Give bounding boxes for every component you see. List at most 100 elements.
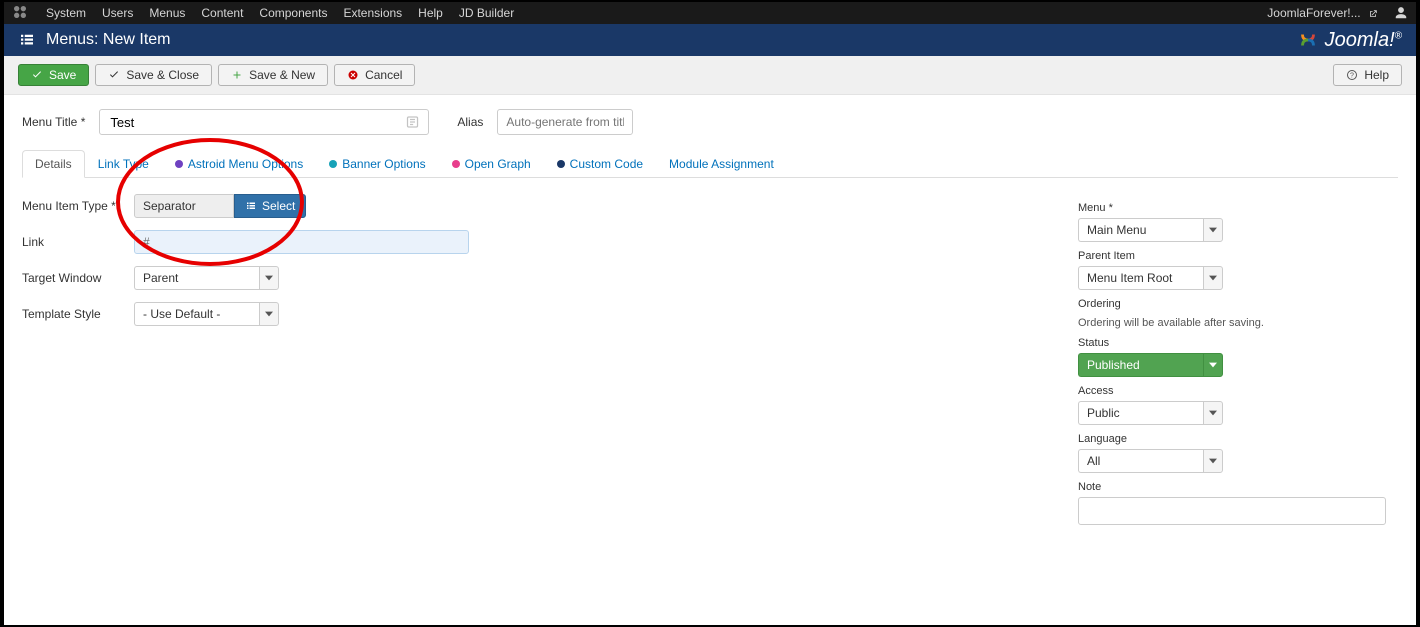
- dot-icon: [452, 160, 460, 168]
- select-type-button[interactable]: Select: [234, 194, 306, 218]
- action-toolbar: Save Save & Close Save & New Cancel ? He…: [4, 56, 1416, 95]
- joomla-brand: Joomla!®: [1297, 29, 1402, 52]
- save-close-button[interactable]: Save & Close: [95, 64, 212, 86]
- language-label: Language: [1078, 433, 1398, 445]
- topnav-system[interactable]: System: [38, 6, 94, 20]
- list-icon: [245, 200, 257, 212]
- menu-title-input[interactable]: [108, 114, 405, 131]
- dot-icon: [329, 160, 337, 168]
- parent-item-label: Parent Item: [1078, 250, 1398, 262]
- language-dropdown[interactable]: All: [1078, 449, 1398, 473]
- form-left: Menu Item Type * Separator Select Link T…: [22, 194, 1078, 525]
- tab-link-type[interactable]: Link Type: [85, 150, 162, 178]
- joomla-icon: [12, 4, 38, 23]
- question-icon: ?: [1346, 69, 1358, 81]
- tab-banner-options[interactable]: Banner Options: [316, 150, 438, 178]
- target-window-dropdown[interactable]: Parent: [134, 266, 279, 290]
- cancel-button[interactable]: Cancel: [334, 64, 415, 86]
- plus-icon: [231, 69, 243, 81]
- chevron-down-icon: [1203, 353, 1223, 377]
- menu-item-type-label: Menu Item Type *: [22, 199, 134, 213]
- topnav-menus[interactable]: Menus: [141, 6, 193, 20]
- page-title: Menus: New Item: [46, 31, 170, 49]
- tab-link-type-label: Link Type: [98, 157, 149, 171]
- svg-text:?: ?: [1350, 73, 1354, 80]
- language-value: All: [1078, 449, 1203, 473]
- cancel-label: Cancel: [365, 69, 402, 81]
- chevron-down-icon: [259, 302, 279, 326]
- alias-lookup-icon[interactable]: [405, 114, 420, 130]
- dot-icon: [557, 160, 565, 168]
- ordering-label: Ordering: [1078, 298, 1398, 310]
- access-label: Access: [1078, 385, 1398, 397]
- save-close-label: Save & Close: [126, 69, 199, 81]
- admin-topbar: System Users Menus Content Components Ex…: [4, 2, 1416, 24]
- tab-module-assignment-label: Module Assignment: [669, 157, 774, 171]
- joomla-logo-icon: [1297, 29, 1319, 51]
- target-window-label: Target Window: [22, 271, 134, 285]
- content-area: Menu Title * Alias Details Link Type Ast…: [4, 95, 1416, 539]
- chevron-down-icon: [1203, 266, 1223, 290]
- user-menu[interactable]: [1394, 6, 1408, 20]
- menu-value: Main Menu: [1078, 218, 1203, 242]
- template-style-label: Template Style: [22, 307, 134, 321]
- parent-item-dropdown[interactable]: Menu Item Root: [1078, 266, 1398, 290]
- topnav-users[interactable]: Users: [94, 6, 141, 20]
- save-label: Save: [49, 69, 76, 81]
- target-window-value: Parent: [134, 266, 259, 290]
- tab-open-graph[interactable]: Open Graph: [439, 150, 544, 178]
- tab-custom-code-label: Custom Code: [570, 157, 643, 171]
- tab-astroid-label: Astroid Menu Options: [188, 157, 303, 171]
- save-new-label: Save & New: [249, 69, 315, 81]
- tab-custom-code[interactable]: Custom Code: [544, 150, 656, 178]
- tab-banner-label: Banner Options: [342, 157, 425, 171]
- topnav-jdbuilder[interactable]: JD Builder: [451, 6, 522, 20]
- site-name-label: JoomlaForever!...: [1267, 6, 1360, 20]
- access-value: Public: [1078, 401, 1203, 425]
- topnav-help[interactable]: Help: [410, 6, 451, 20]
- tab-module-assignment[interactable]: Module Assignment: [656, 150, 787, 178]
- note-input[interactable]: [1078, 497, 1386, 525]
- access-dropdown[interactable]: Public: [1078, 401, 1398, 425]
- note-label: Note: [1078, 481, 1398, 493]
- external-link-icon: [1368, 9, 1378, 19]
- template-style-dropdown[interactable]: - Use Default -: [134, 302, 279, 326]
- menu-label: Menu *: [1078, 202, 1398, 214]
- alias-input[interactable]: [497, 109, 633, 135]
- topnav-components[interactable]: Components: [251, 6, 335, 20]
- menu-title-label: Menu Title *: [22, 115, 85, 129]
- tab-astroid-menu-options[interactable]: Astroid Menu Options: [162, 150, 316, 178]
- status-dropdown[interactable]: Published: [1078, 353, 1398, 377]
- page-header: Menus: New Item Joomla!®: [4, 24, 1416, 56]
- user-icon: [1394, 6, 1408, 20]
- tab-open-graph-label: Open Graph: [465, 157, 531, 171]
- chevron-down-icon: [1203, 218, 1223, 242]
- chevron-down-icon: [1203, 449, 1223, 473]
- dot-icon: [175, 160, 183, 168]
- menu-item-type-value: Separator: [134, 194, 234, 218]
- parent-item-value: Menu Item Root: [1078, 266, 1203, 290]
- menu-dropdown[interactable]: Main Menu: [1078, 218, 1398, 242]
- topnav-extensions[interactable]: Extensions: [335, 6, 410, 20]
- help-label: Help: [1364, 69, 1389, 81]
- alias-label: Alias: [457, 115, 483, 129]
- topnav-site-link[interactable]: JoomlaForever!...: [1259, 6, 1386, 20]
- check-icon: [31, 69, 43, 81]
- save-button[interactable]: Save: [18, 64, 89, 86]
- save-new-button[interactable]: Save & New: [218, 64, 328, 86]
- topnav-content[interactable]: Content: [193, 6, 251, 20]
- link-input: [134, 230, 469, 254]
- title-row: Menu Title * Alias: [22, 109, 1398, 135]
- status-value: Published: [1078, 353, 1203, 377]
- help-button[interactable]: ? Help: [1333, 64, 1402, 86]
- template-style-value: - Use Default -: [134, 302, 259, 326]
- tabs: Details Link Type Astroid Menu Options B…: [22, 149, 1398, 178]
- list-icon: [18, 31, 36, 49]
- ordering-text: Ordering will be available after saving.: [1078, 317, 1264, 329]
- chevron-down-icon: [259, 266, 279, 290]
- brand-text: Joomla!: [1325, 29, 1395, 51]
- link-label: Link: [22, 235, 134, 249]
- select-label: Select: [262, 199, 295, 213]
- tab-details-label: Details: [35, 157, 72, 171]
- tab-details[interactable]: Details: [22, 150, 85, 178]
